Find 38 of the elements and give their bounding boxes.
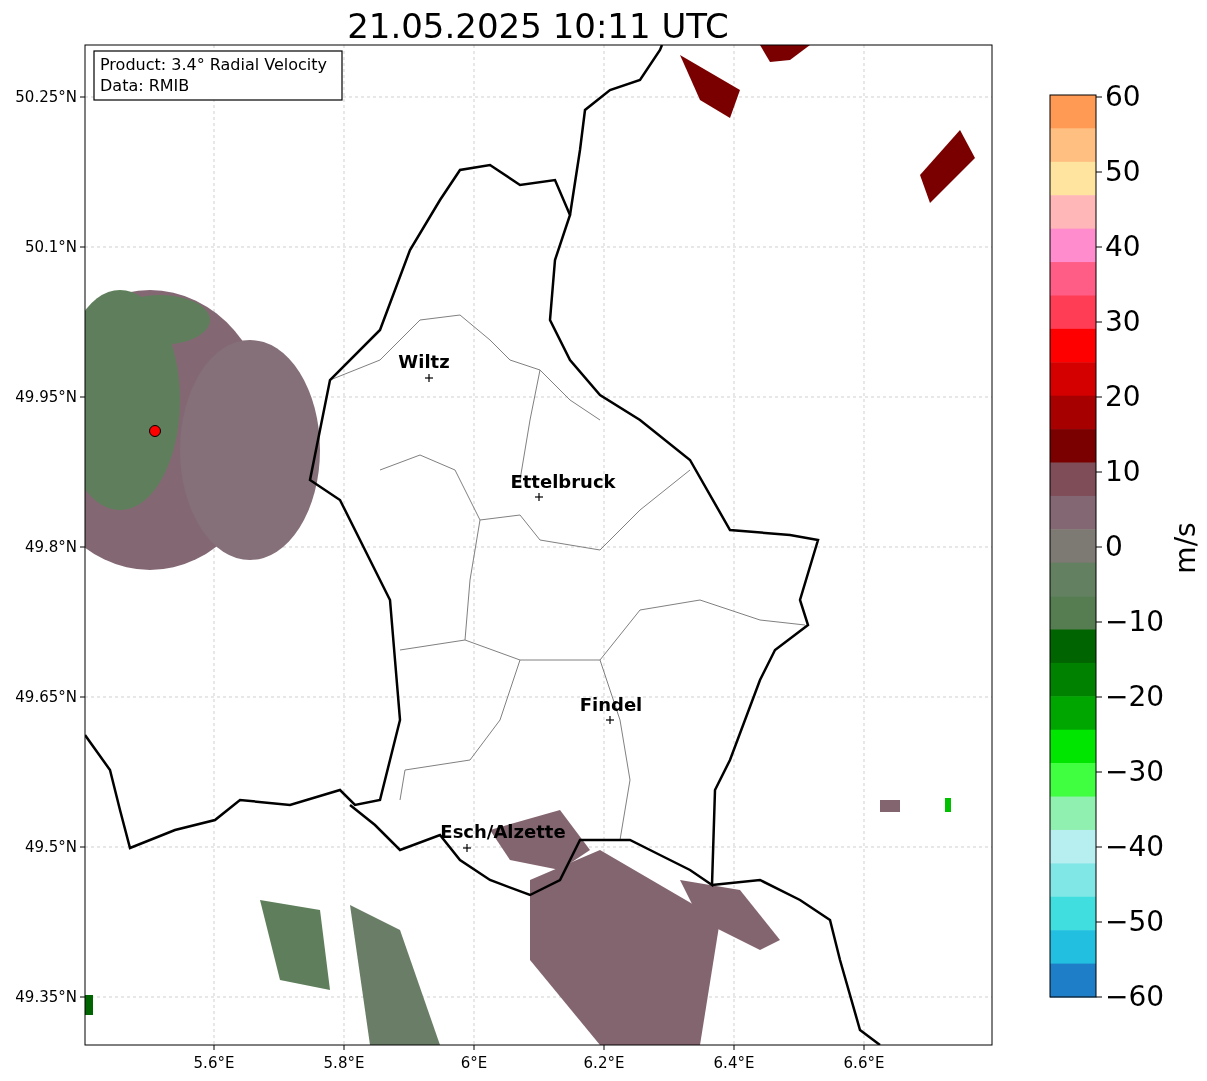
latitude-tick-label: 49.5°N [24, 838, 77, 856]
colorbar-tick-label: −10 [1105, 605, 1165, 638]
place-label: Wiltz [398, 351, 450, 372]
info-text: Data: RMIB [100, 76, 190, 95]
info-text: Product: 3.4° Radial Velocity [100, 55, 328, 74]
latitude-tick-label: 49.95°N [15, 388, 77, 406]
latitude-tick-label: 49.65°N [15, 688, 77, 706]
colorbar-tick-label: −30 [1105, 755, 1165, 788]
longitude-tick-label: 6.6°E [843, 1054, 885, 1072]
colorbar-tick-label: −50 [1105, 905, 1165, 938]
latitude-tick-label: 50.1°N [24, 238, 77, 256]
place-label: Findel [579, 694, 643, 715]
latitude-tick-label: 49.8°N [24, 538, 77, 556]
longitude-tick-label: 6.2°E [583, 1054, 625, 1072]
latitude-tick-label: 49.35°N [15, 988, 77, 1006]
chart-title: 21.05.2025 10:11 UTC [347, 6, 729, 46]
longitude-tick-label: 5.6°E [193, 1054, 235, 1072]
colorbar-tick-label: −60 [1105, 980, 1165, 1013]
place-marker-icon [605, 715, 615, 725]
place-marker-icon [462, 843, 472, 853]
colorbar-tick-label: 60 [1105, 80, 1141, 113]
colorbar-tick-label: 0 [1105, 530, 1123, 563]
colorbar-tick-label: 30 [1105, 305, 1141, 338]
longitude-tick-label: 6.4°E [713, 1054, 755, 1072]
latitude-tick-label: 50.25°N [15, 88, 77, 106]
radar-site-marker [149, 425, 161, 437]
colorbar-tick-label: −20 [1105, 680, 1165, 713]
colorbar-tick-label: 10 [1105, 455, 1141, 488]
colorbar-tick-label: 40 [1105, 230, 1141, 263]
colorbar-tick-label: 50 [1105, 155, 1141, 188]
place-label: Ettelbruck [510, 471, 616, 492]
colorbar-tick-label: −40 [1105, 830, 1165, 863]
longitude-tick-label: 6°E [460, 1054, 488, 1072]
colorbar-tick-label: 20 [1105, 380, 1141, 413]
longitude-tick-label: 5.8°E [323, 1054, 365, 1072]
place-marker-icon [424, 373, 434, 383]
colorbar-label: m/s [1169, 522, 1202, 574]
place-marker-icon [534, 492, 544, 502]
